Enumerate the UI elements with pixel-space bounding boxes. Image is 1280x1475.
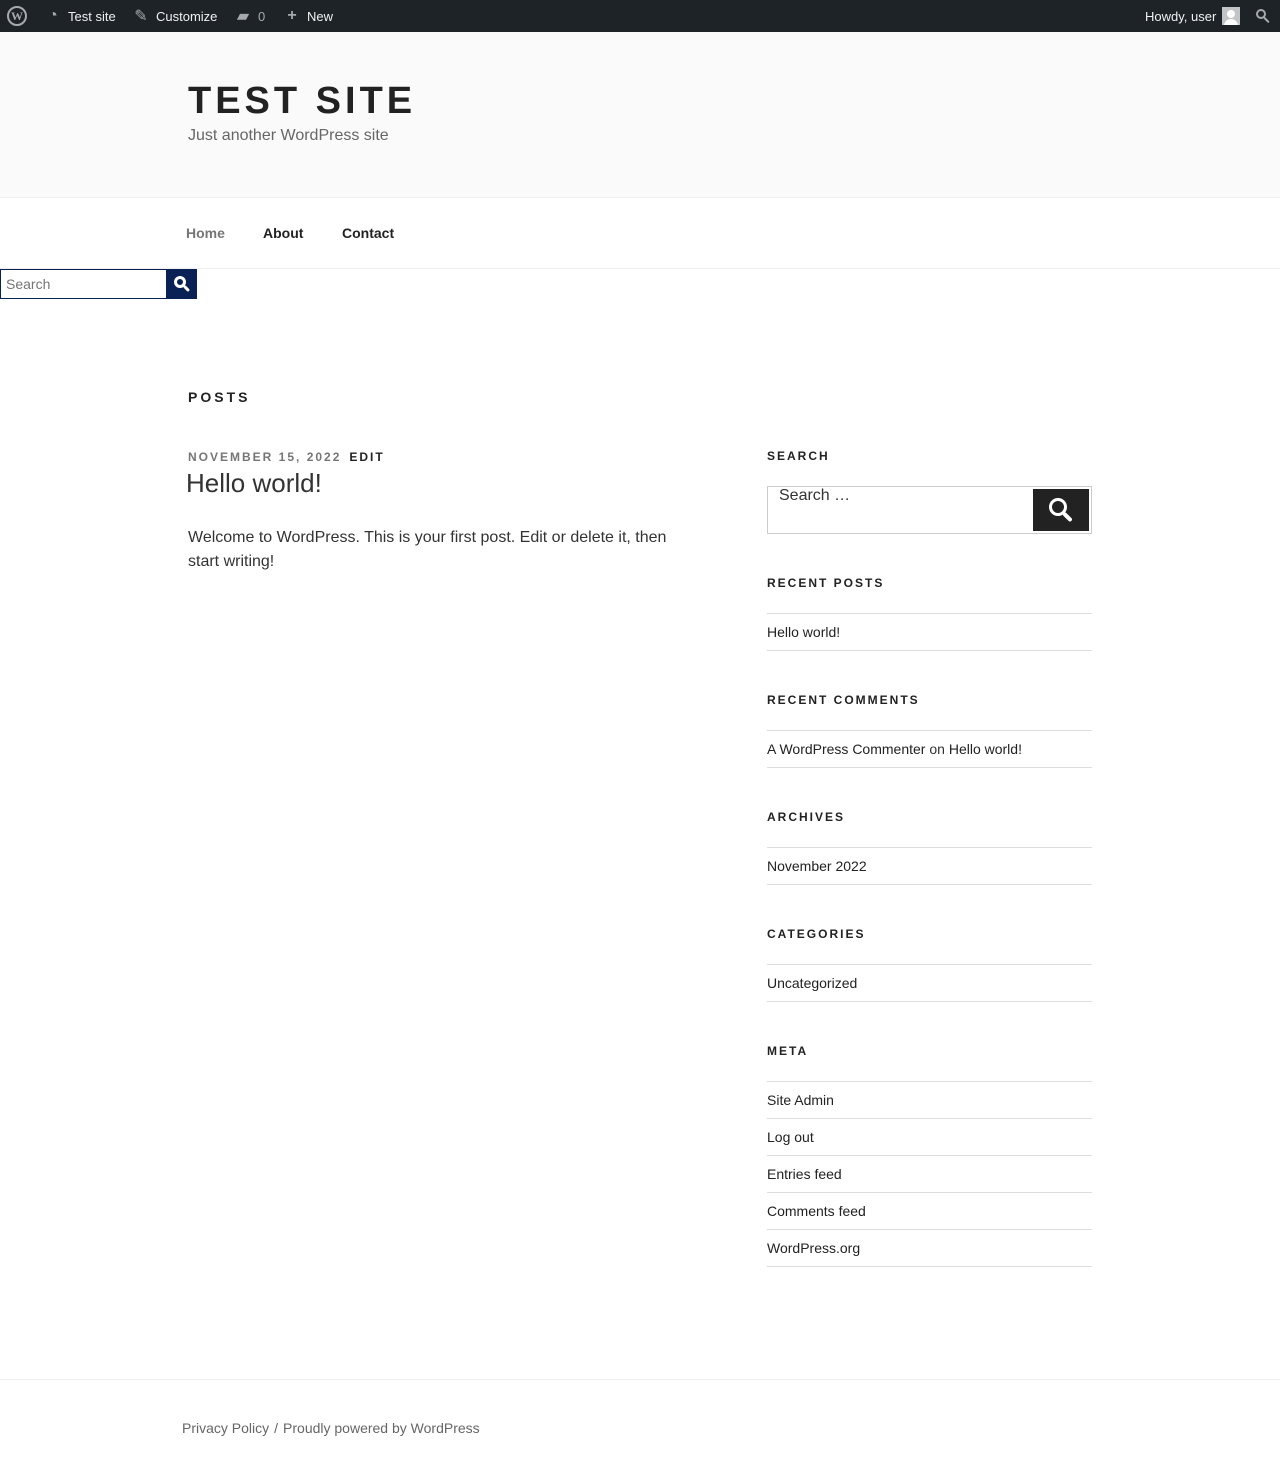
comments-link[interactable]: ▰ 0 (234, 0, 265, 32)
categories-list: Uncategorized (767, 964, 1092, 1002)
search-icon (173, 276, 190, 293)
comment-post-link[interactable]: Hello world! (949, 741, 1022, 757)
header-search-button[interactable] (166, 269, 197, 299)
wordpress-logo-icon: W (7, 6, 27, 26)
site-name-menu[interactable]: ◔ Test site (44, 0, 116, 32)
customize-link[interactable]: ✎ Customize (132, 0, 217, 32)
footer-separator: / (274, 1420, 279, 1436)
meta-site-admin-link[interactable]: Site Admin (767, 1092, 834, 1108)
nav-item-home[interactable]: Home (186, 225, 225, 241)
powered-by-link[interactable]: Proudly powered by WordPress (283, 1420, 480, 1436)
my-account-menu[interactable]: Howdy, user (1145, 0, 1241, 32)
site-header: Test site Just another WordPress site (0, 32, 1280, 198)
archives-list: November 2022 (767, 847, 1092, 885)
recent-post-link[interactable]: Hello world! (767, 624, 840, 640)
sidebar-search-form: Search … (767, 486, 1092, 534)
paintbrush-icon: ✎ (134, 8, 148, 25)
admin-bar: W ◔ Test site ✎ Customize ▰ 0 + New Howd… (0, 0, 1280, 32)
comment-bubble-icon: ▰ (236, 8, 250, 25)
main-navigation: Home About Contact (0, 198, 1280, 269)
avatar (1222, 7, 1241, 25)
site-description: Just another WordPress site (188, 127, 389, 144)
recent-comments-list: A WordPress Commenter on Hello world! (767, 730, 1092, 768)
list-item[interactable]: November 2022 (767, 848, 1092, 885)
sidebar-search-button[interactable] (1033, 489, 1089, 531)
widget-title-search: SEARCH (767, 449, 830, 463)
nav-item-about[interactable]: About (263, 225, 303, 241)
widget-title-archives: ARCHIVES (767, 810, 846, 824)
widget-title-recent-posts: RECENT POSTS (767, 576, 885, 590)
site-title[interactable]: Test site (188, 80, 416, 123)
admin-bar-search[interactable] (1256, 0, 1270, 32)
new-label: New (307, 8, 334, 24)
privacy-policy-link[interactable]: Privacy Policy (182, 1420, 269, 1436)
list-item[interactable]: Hello world! (767, 614, 1092, 651)
comment-on-text: on (929, 741, 945, 757)
wordpress-logo-menu[interactable]: W (6, 0, 28, 32)
post-excerpt: Welcome to WordPress. This is your first… (188, 529, 667, 570)
nav-item-contact[interactable]: Contact (342, 225, 394, 241)
archive-link[interactable]: November 2022 (767, 858, 867, 874)
footer-links: Privacy Policy / Proudly powered by WordPr… (182, 1420, 480, 1436)
meta-comments-feed-link[interactable]: Comments feed (767, 1203, 866, 1219)
list-item[interactable]: WordPress.org (767, 1230, 1092, 1267)
meta-entries-feed-link[interactable]: Entries feed (767, 1166, 842, 1182)
widget-title-categories: CATEGORIES (767, 927, 866, 941)
post-edit-link[interactable]: EDIT (349, 450, 384, 464)
list-item: A WordPress Commenter on Hello world! (767, 731, 1092, 768)
recent-posts-list: Hello world! (767, 613, 1092, 651)
list-item[interactable]: Uncategorized (767, 965, 1092, 1002)
meta-list: Site Admin Log out Entries feed Comments… (767, 1081, 1092, 1267)
site-name-label: Test site (68, 8, 116, 24)
sidebar-search-input[interactable]: Search … (779, 487, 850, 533)
search-icon (1256, 9, 1270, 24)
header-search-input[interactable] (0, 269, 167, 299)
dashboard-icon: ◔ (48, 7, 58, 24)
header-search-form (0, 269, 197, 299)
new-content-menu[interactable]: + New (283, 0, 333, 32)
post-date[interactable]: NOVEMBER 15, 2022 (188, 450, 341, 464)
list-item[interactable]: Log out (767, 1119, 1092, 1156)
site-footer: Privacy Policy / Proudly powered by WordPr… (0, 1379, 1280, 1475)
customize-label: Customize (156, 8, 218, 24)
comment-author-link[interactable]: A WordPress Commenter (767, 741, 925, 757)
post-title[interactable]: Hello world! (186, 468, 322, 499)
list-item[interactable]: Site Admin (767, 1082, 1092, 1119)
meta-wordpress-org-link[interactable]: WordPress.org (767, 1240, 860, 1256)
list-item[interactable]: Entries feed (767, 1156, 1092, 1193)
list-item[interactable]: Comments feed (767, 1193, 1092, 1230)
meta-logout-link[interactable]: Log out (767, 1129, 814, 1145)
category-link[interactable]: Uncategorized (767, 975, 857, 991)
greeting-text: Howdy, user (1145, 8, 1217, 24)
plus-icon: + (287, 7, 297, 24)
widget-title-recent-comments: RECENT COMMENTS (767, 693, 920, 707)
post-meta: NOVEMBER 15, 2022 EDIT (188, 450, 385, 464)
comments-count: 0 (258, 8, 266, 24)
search-icon (1049, 498, 1073, 523)
page-title: POSTS (188, 389, 251, 405)
widget-title-meta: META (767, 1044, 809, 1058)
